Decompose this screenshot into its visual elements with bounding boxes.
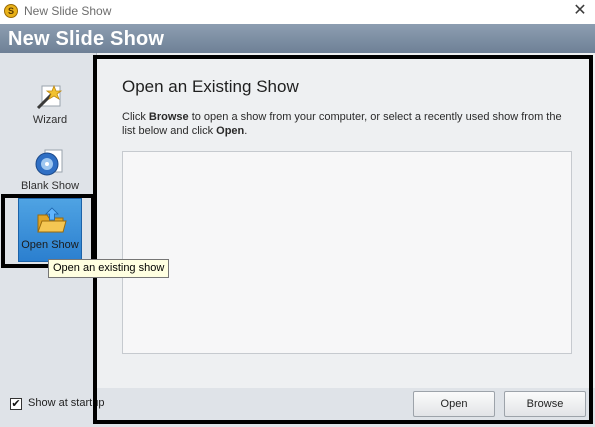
highlight-box-main-panel [93, 55, 593, 424]
sidebar-item-label: Blank Show [20, 180, 80, 192]
highlight-box-open-show [1, 194, 95, 268]
dialog-header: New Slide Show [0, 24, 595, 53]
sidebar-item-wizard[interactable]: Wizard [18, 74, 82, 138]
window-titlebar: S New Slide Show ✕ [0, 0, 595, 24]
sidebar-item-label: Wizard [32, 114, 68, 126]
app-logo-icon: S [4, 4, 18, 18]
tooltip: Open an existing show [48, 259, 170, 278]
show-at-startup-checkbox[interactable]: ✔ [10, 398, 22, 410]
dialog-title: New Slide Show [8, 28, 165, 50]
close-button[interactable]: ✕ [571, 2, 589, 20]
window-title: New Slide Show [24, 4, 112, 18]
wizard-wand-icon [36, 84, 63, 110]
blank-show-disc-icon [35, 149, 63, 176]
